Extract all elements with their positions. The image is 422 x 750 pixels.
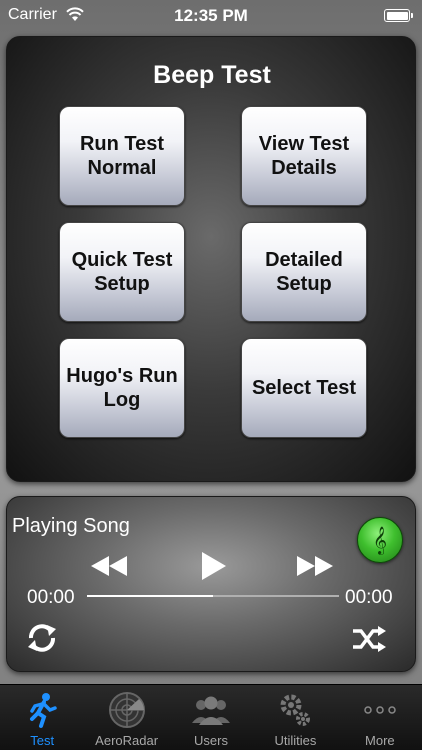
repeat-icon[interactable] — [25, 621, 59, 655]
tab-label: More — [365, 733, 395, 748]
runner-icon — [30, 693, 57, 728]
song-title: Playing Song — [12, 515, 130, 537]
tab-users[interactable]: Users — [169, 685, 253, 750]
rewind-icon[interactable] — [89, 555, 129, 577]
elapsed-time: 00:00 — [27, 587, 75, 608]
treble-clef-icon[interactable]: 𝄞 — [357, 517, 403, 563]
tab-label: Utilities — [274, 733, 317, 748]
play-icon[interactable] — [201, 551, 227, 581]
users-icon — [192, 696, 231, 725]
remaining-time: 00:00 — [345, 587, 393, 608]
tab-label: AeroRadar — [95, 733, 159, 748]
progress-slider-fill — [87, 595, 213, 597]
tab-label: Users — [194, 733, 228, 748]
view-test-details-button[interactable]: View Test Details — [241, 106, 367, 206]
run-log-button[interactable]: Hugo's Run Log — [59, 338, 185, 438]
battery-icon — [384, 9, 413, 22]
app-screen: Carrier 12:35 PM Beep Test Run Test Norm… — [0, 0, 422, 750]
radar-icon — [108, 692, 145, 728]
music-player: Playing Song 𝄞 00:00 00:00 — [6, 496, 416, 672]
status-time: 12:35 PM — [174, 6, 248, 25]
fast-forward-icon[interactable] — [295, 555, 335, 577]
page-title: Beep Test — [153, 61, 271, 89]
detailed-setup-button[interactable]: Detailed Setup — [241, 222, 367, 322]
quick-test-setup-button[interactable]: Quick Test Setup — [59, 222, 185, 322]
run-test-normal-button[interactable]: Run Test Normal — [59, 106, 185, 206]
tab-test[interactable]: Test — [0, 685, 84, 750]
tab-aeroradar[interactable]: AeroRadar — [84, 685, 168, 750]
tab-utilities[interactable]: Utilities — [253, 685, 337, 750]
tab-label: Test — [30, 733, 55, 748]
shuffle-icon[interactable] — [351, 625, 387, 653]
select-test-button[interactable]: Select Test — [241, 338, 367, 438]
tab-more[interactable]: More — [338, 685, 422, 750]
more-dots-icon — [364, 706, 396, 714]
status-bar: Carrier 12:35 PM — [0, 0, 422, 32]
progress-slider[interactable] — [87, 595, 339, 597]
tab-bar: Test AeroRadar Users Utilities More — [0, 684, 422, 750]
gears-icon — [280, 694, 311, 726]
beep-test-panel: Beep Test Run Test Normal View Test Deta… — [6, 36, 416, 482]
